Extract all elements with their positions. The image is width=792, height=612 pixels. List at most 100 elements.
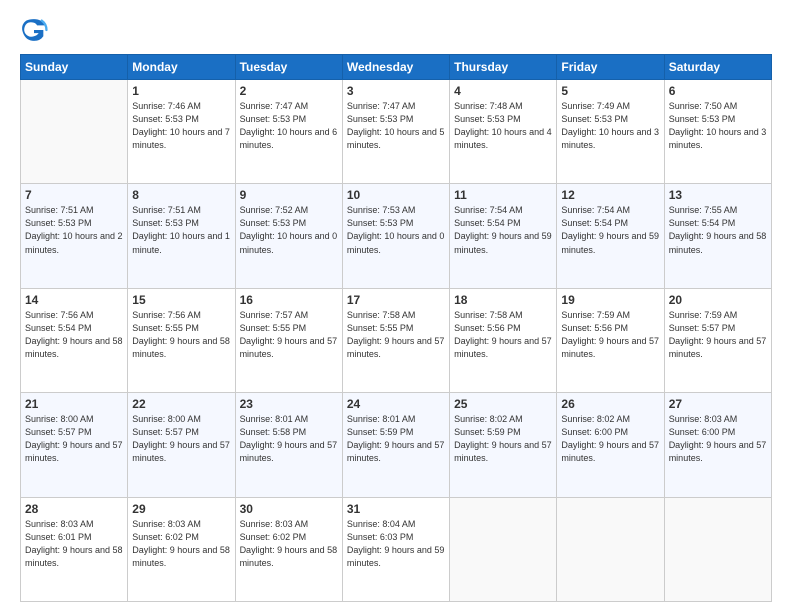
day-number: 20 — [669, 293, 767, 307]
day-info: Sunrise: 7:47 AMSunset: 5:53 PMDaylight:… — [240, 100, 338, 152]
day-cell: 21Sunrise: 8:00 AMSunset: 5:57 PMDayligh… — [21, 393, 128, 497]
header — [20, 16, 772, 44]
day-number: 9 — [240, 188, 338, 202]
day-cell: 26 Sunrise: 8:02 AMSunset: 6:00 PMDayligh… — [557, 393, 664, 497]
day-cell: 18 Sunrise: 7:58 AMSunset: 5:56 PMDayligh… — [450, 288, 557, 392]
day-number: 28 — [25, 502, 123, 516]
day-cell: 12 Sunrise: 7:54 AMSunset: 5:54 PMDayligh… — [557, 184, 664, 288]
day-number: 23 — [240, 397, 338, 411]
day-cell — [450, 497, 557, 601]
day-number: 17 — [347, 293, 445, 307]
calendar-table: SundayMondayTuesdayWednesdayThursdayFrid… — [20, 54, 772, 602]
day-number: 13 — [669, 188, 767, 202]
day-number: 22 — [132, 397, 230, 411]
day-number: 2 — [240, 84, 338, 98]
day-cell: 16Sunrise: 7:57 AMSunset: 5:55 PMDayligh… — [235, 288, 342, 392]
day-number: 1 — [132, 84, 230, 98]
page: SundayMondayTuesdayWednesdayThursdayFrid… — [0, 0, 792, 612]
day-info: Sunrise: 8:03 AMSunset: 6:01 PMDaylight:… — [25, 518, 123, 570]
day-cell: 30Sunrise: 8:03 AMSunset: 6:02 PMDayligh… — [235, 497, 342, 601]
day-info: Sunrise: 8:02 AMSunset: 5:59 PMDaylight:… — [454, 413, 552, 465]
day-cell: 27 Sunrise: 8:03 AMSunset: 6:00 PMDayligh… — [664, 393, 771, 497]
day-cell: 23 Sunrise: 8:01 AMSunset: 5:58 PMDayligh… — [235, 393, 342, 497]
day-number: 6 — [669, 84, 767, 98]
day-number: 5 — [561, 84, 659, 98]
day-cell: 11 Sunrise: 7:54 AMSunset: 5:54 PMDayligh… — [450, 184, 557, 288]
day-cell — [664, 497, 771, 601]
day-header-tuesday: Tuesday — [235, 55, 342, 80]
day-info: Sunrise: 7:51 AMSunset: 5:53 PMDaylight:… — [25, 204, 123, 256]
day-info: Sunrise: 7:54 AMSunset: 5:54 PMDaylight:… — [454, 204, 552, 256]
day-number: 11 — [454, 188, 552, 202]
day-number: 14 — [25, 293, 123, 307]
day-cell: 13 Sunrise: 7:55 AMSunset: 5:54 PMDayligh… — [664, 184, 771, 288]
day-info: Sunrise: 8:01 AMSunset: 5:59 PMDaylight:… — [347, 413, 445, 465]
day-number: 12 — [561, 188, 659, 202]
day-cell: 10 Sunrise: 7:53 AMSunset: 5:53 PMDayligh… — [342, 184, 449, 288]
week-row-3: 14Sunrise: 7:56 AMSunset: 5:54 PMDayligh… — [21, 288, 772, 392]
day-header-friday: Friday — [557, 55, 664, 80]
day-info: Sunrise: 8:03 AMSunset: 6:02 PMDaylight:… — [132, 518, 230, 570]
day-number: 3 — [347, 84, 445, 98]
day-cell: 9Sunrise: 7:52 AMSunset: 5:53 PMDaylight… — [235, 184, 342, 288]
day-header-sunday: Sunday — [21, 55, 128, 80]
day-header-wednesday: Wednesday — [342, 55, 449, 80]
day-info: Sunrise: 7:58 AMSunset: 5:56 PMDaylight:… — [454, 309, 552, 361]
day-number: 18 — [454, 293, 552, 307]
day-cell: 31Sunrise: 8:04 AMSunset: 6:03 PMDayligh… — [342, 497, 449, 601]
day-info: Sunrise: 8:00 AMSunset: 5:57 PMDaylight:… — [132, 413, 230, 465]
week-row-4: 21 Sunrise: 8:00 AMSunset: 5:57 PMDayligh… — [21, 393, 772, 497]
day-info: Sunrise: 8:02 AMSunset: 6:00 PMDaylight:… — [561, 413, 659, 465]
day-number: 24 — [347, 397, 445, 411]
day-number: 27 — [669, 397, 767, 411]
day-cell: 5 Sunrise: 7:49 AMSunset: 5:53 PMDaylight… — [557, 80, 664, 184]
day-info: Sunrise: 7:56 AMSunset: 5:55 PMDaylight:… — [132, 309, 230, 361]
day-cell: 3 Sunrise: 7:47 AMSunset: 5:53 PMDaylight… — [342, 80, 449, 184]
day-number: 10 — [347, 188, 445, 202]
day-cell: 28 Sunrise: 8:03 AMSunset: 6:01 PMDayligh… — [21, 497, 128, 601]
day-number: 4 — [454, 84, 552, 98]
day-info: Sunrise: 8:03 AMSunset: 6:02 PMDaylight:… — [240, 518, 338, 570]
day-info: Sunrise: 7:57 AMSunset: 5:55 PMDaylight:… — [240, 309, 338, 361]
day-info: Sunrise: 7:50 AMSunset: 5:53 PMDaylight:… — [669, 100, 767, 152]
day-cell: 19 Sunrise: 7:59 AMSunset: 5:56 PMDayligh… — [557, 288, 664, 392]
day-cell: 2 Sunrise: 7:47 AMSunset: 5:53 PMDaylight… — [235, 80, 342, 184]
day-info: Sunrise: 7:59 AMSunset: 5:56 PMDaylight:… — [561, 309, 659, 361]
day-info: Sunrise: 8:04 AMSunset: 6:03 PMDaylight:… — [347, 518, 445, 570]
week-row-1: 1Sunrise: 7:46 AMSunset: 5:53 PMDaylight… — [21, 80, 772, 184]
day-info: Sunrise: 8:03 AMSunset: 6:00 PMDaylight:… — [669, 413, 767, 465]
day-header-thursday: Thursday — [450, 55, 557, 80]
day-header-saturday: Saturday — [664, 55, 771, 80]
day-info: Sunrise: 8:01 AMSunset: 5:58 PMDaylight:… — [240, 413, 338, 465]
week-row-5: 28 Sunrise: 8:03 AMSunset: 6:01 PMDayligh… — [21, 497, 772, 601]
day-cell: 14Sunrise: 7:56 AMSunset: 5:54 PMDayligh… — [21, 288, 128, 392]
day-number: 8 — [132, 188, 230, 202]
logo — [20, 16, 52, 44]
day-number: 21 — [25, 397, 123, 411]
day-number: 15 — [132, 293, 230, 307]
day-cell: 20Sunrise: 7:59 AMSunset: 5:57 PMDayligh… — [664, 288, 771, 392]
day-info: Sunrise: 7:55 AMSunset: 5:54 PMDaylight:… — [669, 204, 767, 256]
day-info: Sunrise: 7:53 AMSunset: 5:53 PMDaylight:… — [347, 204, 445, 256]
day-number: 25 — [454, 397, 552, 411]
day-cell: 1Sunrise: 7:46 AMSunset: 5:53 PMDaylight… — [128, 80, 235, 184]
day-info: Sunrise: 7:49 AMSunset: 5:53 PMDaylight:… — [561, 100, 659, 152]
week-row-2: 7Sunrise: 7:51 AMSunset: 5:53 PMDaylight… — [21, 184, 772, 288]
day-number: 26 — [561, 397, 659, 411]
day-cell: 25 Sunrise: 8:02 AMSunset: 5:59 PMDayligh… — [450, 393, 557, 497]
day-info: Sunrise: 7:48 AMSunset: 5:53 PMDaylight:… — [454, 100, 552, 152]
logo-icon — [20, 16, 48, 44]
day-cell: 6 Sunrise: 7:50 AMSunset: 5:53 PMDaylight… — [664, 80, 771, 184]
day-info: Sunrise: 7:54 AMSunset: 5:54 PMDaylight:… — [561, 204, 659, 256]
days-header-row: SundayMondayTuesdayWednesdayThursdayFrid… — [21, 55, 772, 80]
day-cell: 15 Sunrise: 7:56 AMSunset: 5:55 PMDayligh… — [128, 288, 235, 392]
day-cell — [557, 497, 664, 601]
day-info: Sunrise: 7:47 AMSunset: 5:53 PMDaylight:… — [347, 100, 445, 152]
day-cell: 7Sunrise: 7:51 AMSunset: 5:53 PMDaylight… — [21, 184, 128, 288]
day-cell: 17Sunrise: 7:58 AMSunset: 5:55 PMDayligh… — [342, 288, 449, 392]
day-cell: 22 Sunrise: 8:00 AMSunset: 5:57 PMDayligh… — [128, 393, 235, 497]
day-number: 29 — [132, 502, 230, 516]
day-cell: 8Sunrise: 7:51 AMSunset: 5:53 PMDaylight… — [128, 184, 235, 288]
day-number: 19 — [561, 293, 659, 307]
day-cell: 4 Sunrise: 7:48 AMSunset: 5:53 PMDaylight… — [450, 80, 557, 184]
